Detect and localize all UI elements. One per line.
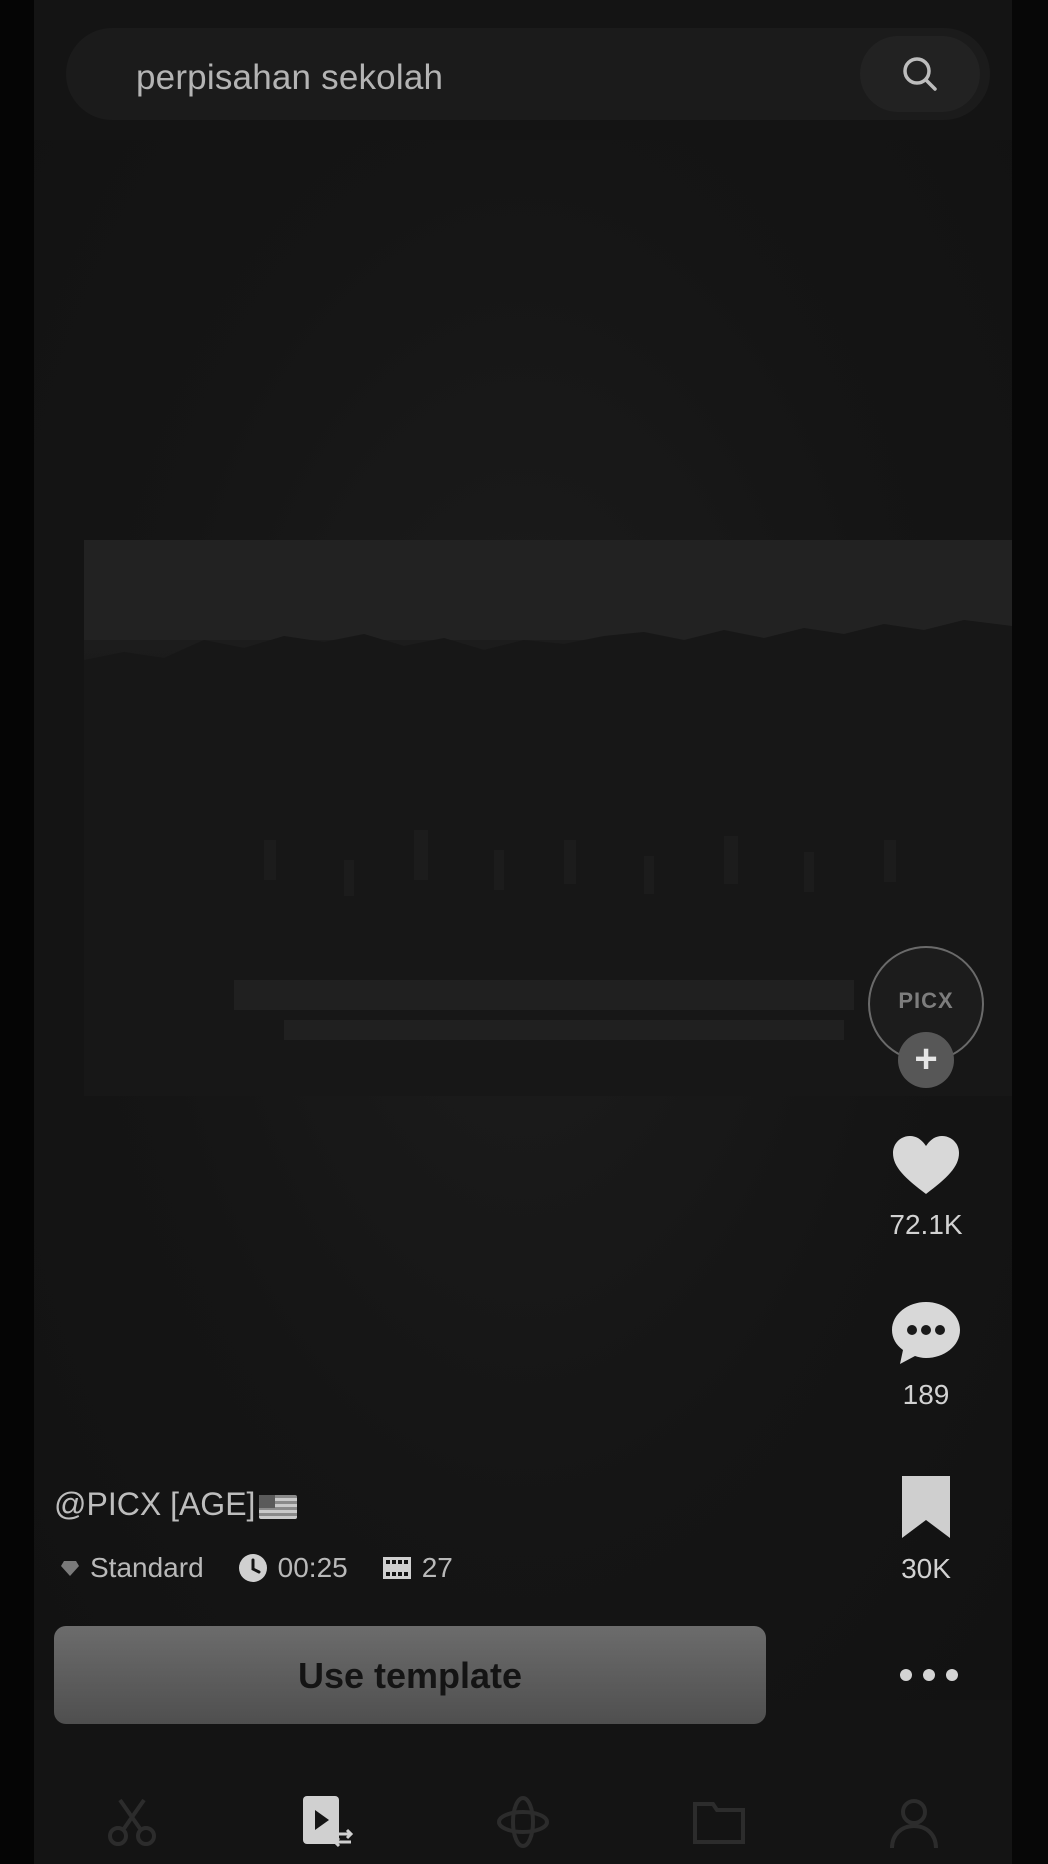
us-flag-icon xyxy=(259,1494,298,1519)
save-button[interactable]: 30K xyxy=(868,1472,984,1585)
duration-info: 00:25 xyxy=(238,1552,348,1584)
nav-edit[interactable] xyxy=(34,1780,230,1864)
bookmark-icon xyxy=(902,1476,950,1538)
template-meta: Standard 00:25 27 xyxy=(60,1548,487,1588)
quality-info: Standard xyxy=(60,1552,204,1584)
creator-name[interactable]: @PICX [AGE] xyxy=(54,1486,298,1523)
clips-info: 27 xyxy=(382,1552,453,1584)
nav-profile[interactable] xyxy=(816,1780,1012,1864)
template-icon xyxy=(303,1796,354,1848)
diamond-icon xyxy=(61,1561,79,1576)
folder-icon xyxy=(692,1802,745,1844)
comment-button[interactable]: 189 xyxy=(868,1300,984,1411)
screen-edge-right xyxy=(1012,0,1048,1864)
search-button[interactable] xyxy=(860,36,980,112)
nav-templates[interactable] xyxy=(230,1780,426,1864)
scissors-icon xyxy=(107,1798,156,1846)
search-icon xyxy=(903,57,937,91)
more-options-button[interactable] xyxy=(894,1660,964,1690)
heart-icon xyxy=(893,1136,959,1194)
nav-discover[interactable] xyxy=(425,1780,621,1864)
nav-projects[interactable] xyxy=(621,1780,817,1864)
film-clips-icon xyxy=(382,1557,411,1579)
like-button[interactable]: 72.1K xyxy=(868,1134,984,1241)
like-count: 72.1K xyxy=(889,1209,963,1240)
more-dots-icon xyxy=(900,1669,958,1681)
duration-label: 00:25 xyxy=(277,1552,348,1583)
avatar-logo-text: PICX xyxy=(898,988,954,1013)
profile-icon xyxy=(890,1799,939,1849)
follow-button[interactable]: + xyxy=(898,1032,954,1088)
use-template-button[interactable]: Use template xyxy=(54,1626,766,1724)
creator-handle: @PICX [AGE] xyxy=(54,1486,256,1522)
quality-label: Standard xyxy=(90,1552,204,1583)
comment-count: 189 xyxy=(902,1379,950,1410)
comment-bubble-icon xyxy=(892,1302,960,1364)
save-count: 30K xyxy=(901,1553,951,1584)
search-bar[interactable]: perpisahan sekolah xyxy=(66,28,990,120)
search-input[interactable]: perpisahan sekolah xyxy=(136,58,443,98)
orbit-icon xyxy=(496,1796,549,1848)
bottom-navigation xyxy=(34,1780,1012,1864)
screen-edge-left xyxy=(0,0,34,1864)
clips-count: 27 xyxy=(421,1552,453,1583)
template-viewer-screen: perpisahan sekolah PICX + 72.1K 189 30K … xyxy=(34,0,1012,1864)
clock-icon xyxy=(238,1554,267,1582)
